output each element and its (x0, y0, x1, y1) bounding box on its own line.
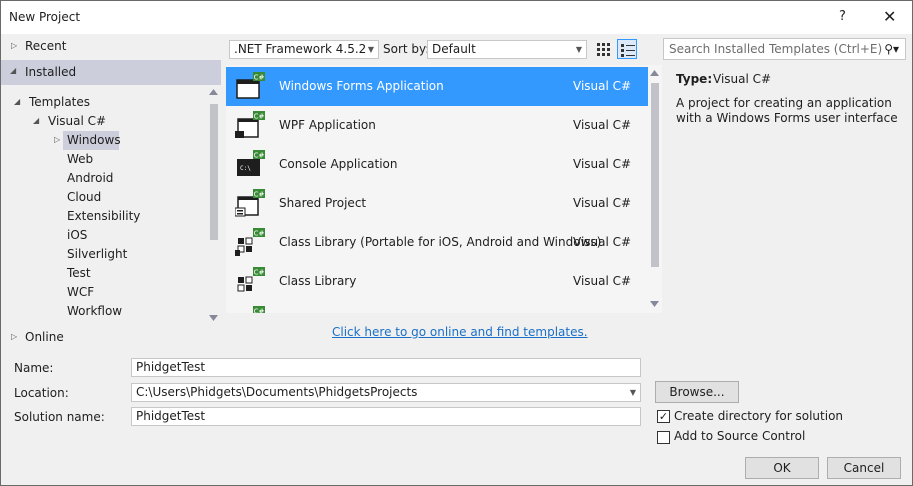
create-directory-checkbox[interactable]: ✓ (657, 410, 670, 423)
title-bar: New Project ? ✕ (1, 1, 912, 34)
svg-text:C#: C# (254, 269, 265, 277)
tree-item-extensibility[interactable]: Extensibility (67, 206, 140, 226)
tree-item-test[interactable]: Test (67, 263, 91, 283)
online-templates-link[interactable]: Click here to go online and find templat… (332, 325, 588, 339)
create-directory-label: Create directory for solution (674, 409, 844, 423)
template-item-windows-forms[interactable]: C# Windows Forms Application Visual C# (226, 67, 648, 106)
scroll-up-icon[interactable] (209, 89, 218, 95)
chevron-down-icon: ▼ (629, 388, 636, 397)
expand-arrow-icon[interactable]: ▷ (11, 327, 17, 347)
svg-text:C#: C# (254, 191, 265, 199)
name-input[interactable]: PhidgetTest (131, 358, 641, 377)
tree-item-silverlight[interactable]: Silverlight (67, 244, 127, 264)
sort-select[interactable]: Default ▼ (427, 40, 587, 59)
solution-name-input[interactable]: PhidgetTest (131, 407, 641, 426)
new-project-dialog: New Project ? ✕ ▷ Recent ◢ Installed ◢ T… (0, 0, 913, 486)
type-label: Type: (676, 72, 713, 86)
window-title: New Project (9, 10, 81, 24)
tree-item-ios[interactable]: iOS (67, 225, 87, 245)
list-view-button[interactable] (617, 39, 637, 59)
search-input[interactable]: Search Installed Templates (Ctrl+E) ⚲▾ (663, 38, 906, 60)
expand-arrow-icon[interactable]: ▷ (11, 36, 17, 56)
expand-arrow-icon[interactable]: ▷ (54, 130, 60, 150)
chevron-down-icon: ▼ (367, 45, 374, 54)
framework-select[interactable]: .NET Framework 4.5.2 ▼ (229, 40, 379, 59)
template-list: C# Windows Forms Application Visual C# C… (226, 65, 662, 313)
type-value: Visual C# (713, 72, 772, 86)
tree-item-android[interactable]: Android (67, 168, 113, 188)
scroll-down-icon[interactable] (209, 315, 218, 321)
portable-library-icon: C# (235, 228, 265, 256)
solution-name-label: Solution name: (14, 410, 105, 424)
template-list-scroll-thumb[interactable] (651, 83, 659, 267)
tree-item-cloud[interactable]: Cloud (67, 187, 101, 207)
chevron-down-icon: ▼ (575, 45, 582, 54)
browse-button[interactable]: Browse... (655, 381, 739, 403)
template-item-class-library[interactable]: C# Class Library Visual C# (226, 262, 648, 301)
template-item-shared-project[interactable]: C# Shared Project Visual C# (226, 184, 648, 223)
class-library-icon: C# (253, 306, 265, 314)
tree-scrollbar[interactable] (206, 86, 221, 324)
scroll-down-icon[interactable] (650, 301, 659, 307)
svg-text:C:\: C:\ (240, 165, 251, 172)
location-select[interactable]: C:\Users\Phidgets\Documents\PhidgetsProj… (131, 383, 641, 402)
template-item-console[interactable]: C:\ C# Console Application Visual C# (226, 145, 648, 184)
template-description: A project for creating an application wi… (676, 96, 898, 125)
location-label: Location: (14, 386, 69, 400)
collapse-arrow-icon[interactable]: ◢ (14, 92, 20, 112)
list-view-icon (621, 44, 635, 57)
shared-project-icon: C# (235, 189, 265, 217)
sort-by-label: Sort by: (383, 42, 430, 56)
svg-text:C#: C# (254, 113, 265, 121)
class-library-icon: C# (237, 267, 265, 292)
search-icon[interactable]: ⚲▾ (884, 39, 899, 59)
template-item-wpf[interactable]: C# WPF Application Visual C# (226, 106, 648, 145)
tree-scroll-thumb[interactable] (210, 104, 218, 240)
name-label: Name: (14, 361, 54, 375)
svg-text:C#: C# (254, 152, 265, 160)
collapse-arrow-icon[interactable]: ◢ (10, 66, 16, 75)
grid-view-icon (597, 43, 610, 56)
template-item-partial[interactable]: C# (226, 301, 648, 313)
ok-button[interactable]: OK (745, 457, 819, 479)
close-button[interactable]: ✕ (883, 7, 896, 26)
cancel-button[interactable]: Cancel (827, 457, 901, 479)
tree-item-wcf[interactable]: WCF (67, 282, 94, 302)
console-icon: C:\ C# (237, 150, 265, 176)
scroll-up-icon[interactable] (650, 70, 659, 76)
tree-item-workflow[interactable]: Workflow (67, 301, 122, 321)
tree-item-installed[interactable]: ◢ Installed (1, 60, 221, 85)
collapse-arrow-icon[interactable]: ◢ (33, 111, 39, 131)
template-tree: ▷ Recent ◢ Installed ◢ Templates ◢ Visua… (1, 34, 221, 346)
project-options-panel: Name: PhidgetTest Location: C:\Users\Phi… (1, 349, 912, 485)
source-control-label: Add to Source Control (674, 429, 806, 443)
small-icons-view-button[interactable] (594, 39, 614, 59)
help-button[interactable]: ? (839, 9, 846, 24)
svg-text:C#: C# (254, 74, 265, 82)
windows-forms-icon: C# (236, 72, 265, 99)
tree-item-web[interactable]: Web (67, 149, 93, 169)
svg-text:C#: C# (254, 308, 265, 314)
template-item-portable-class-library[interactable]: C# Class Library (Portable for iOS, Andr… (226, 223, 648, 262)
wpf-icon: C# (235, 111, 265, 138)
source-control-checkbox[interactable] (657, 431, 670, 444)
svg-text:C#: C# (254, 230, 265, 238)
template-list-scrollbar[interactable] (648, 65, 662, 313)
